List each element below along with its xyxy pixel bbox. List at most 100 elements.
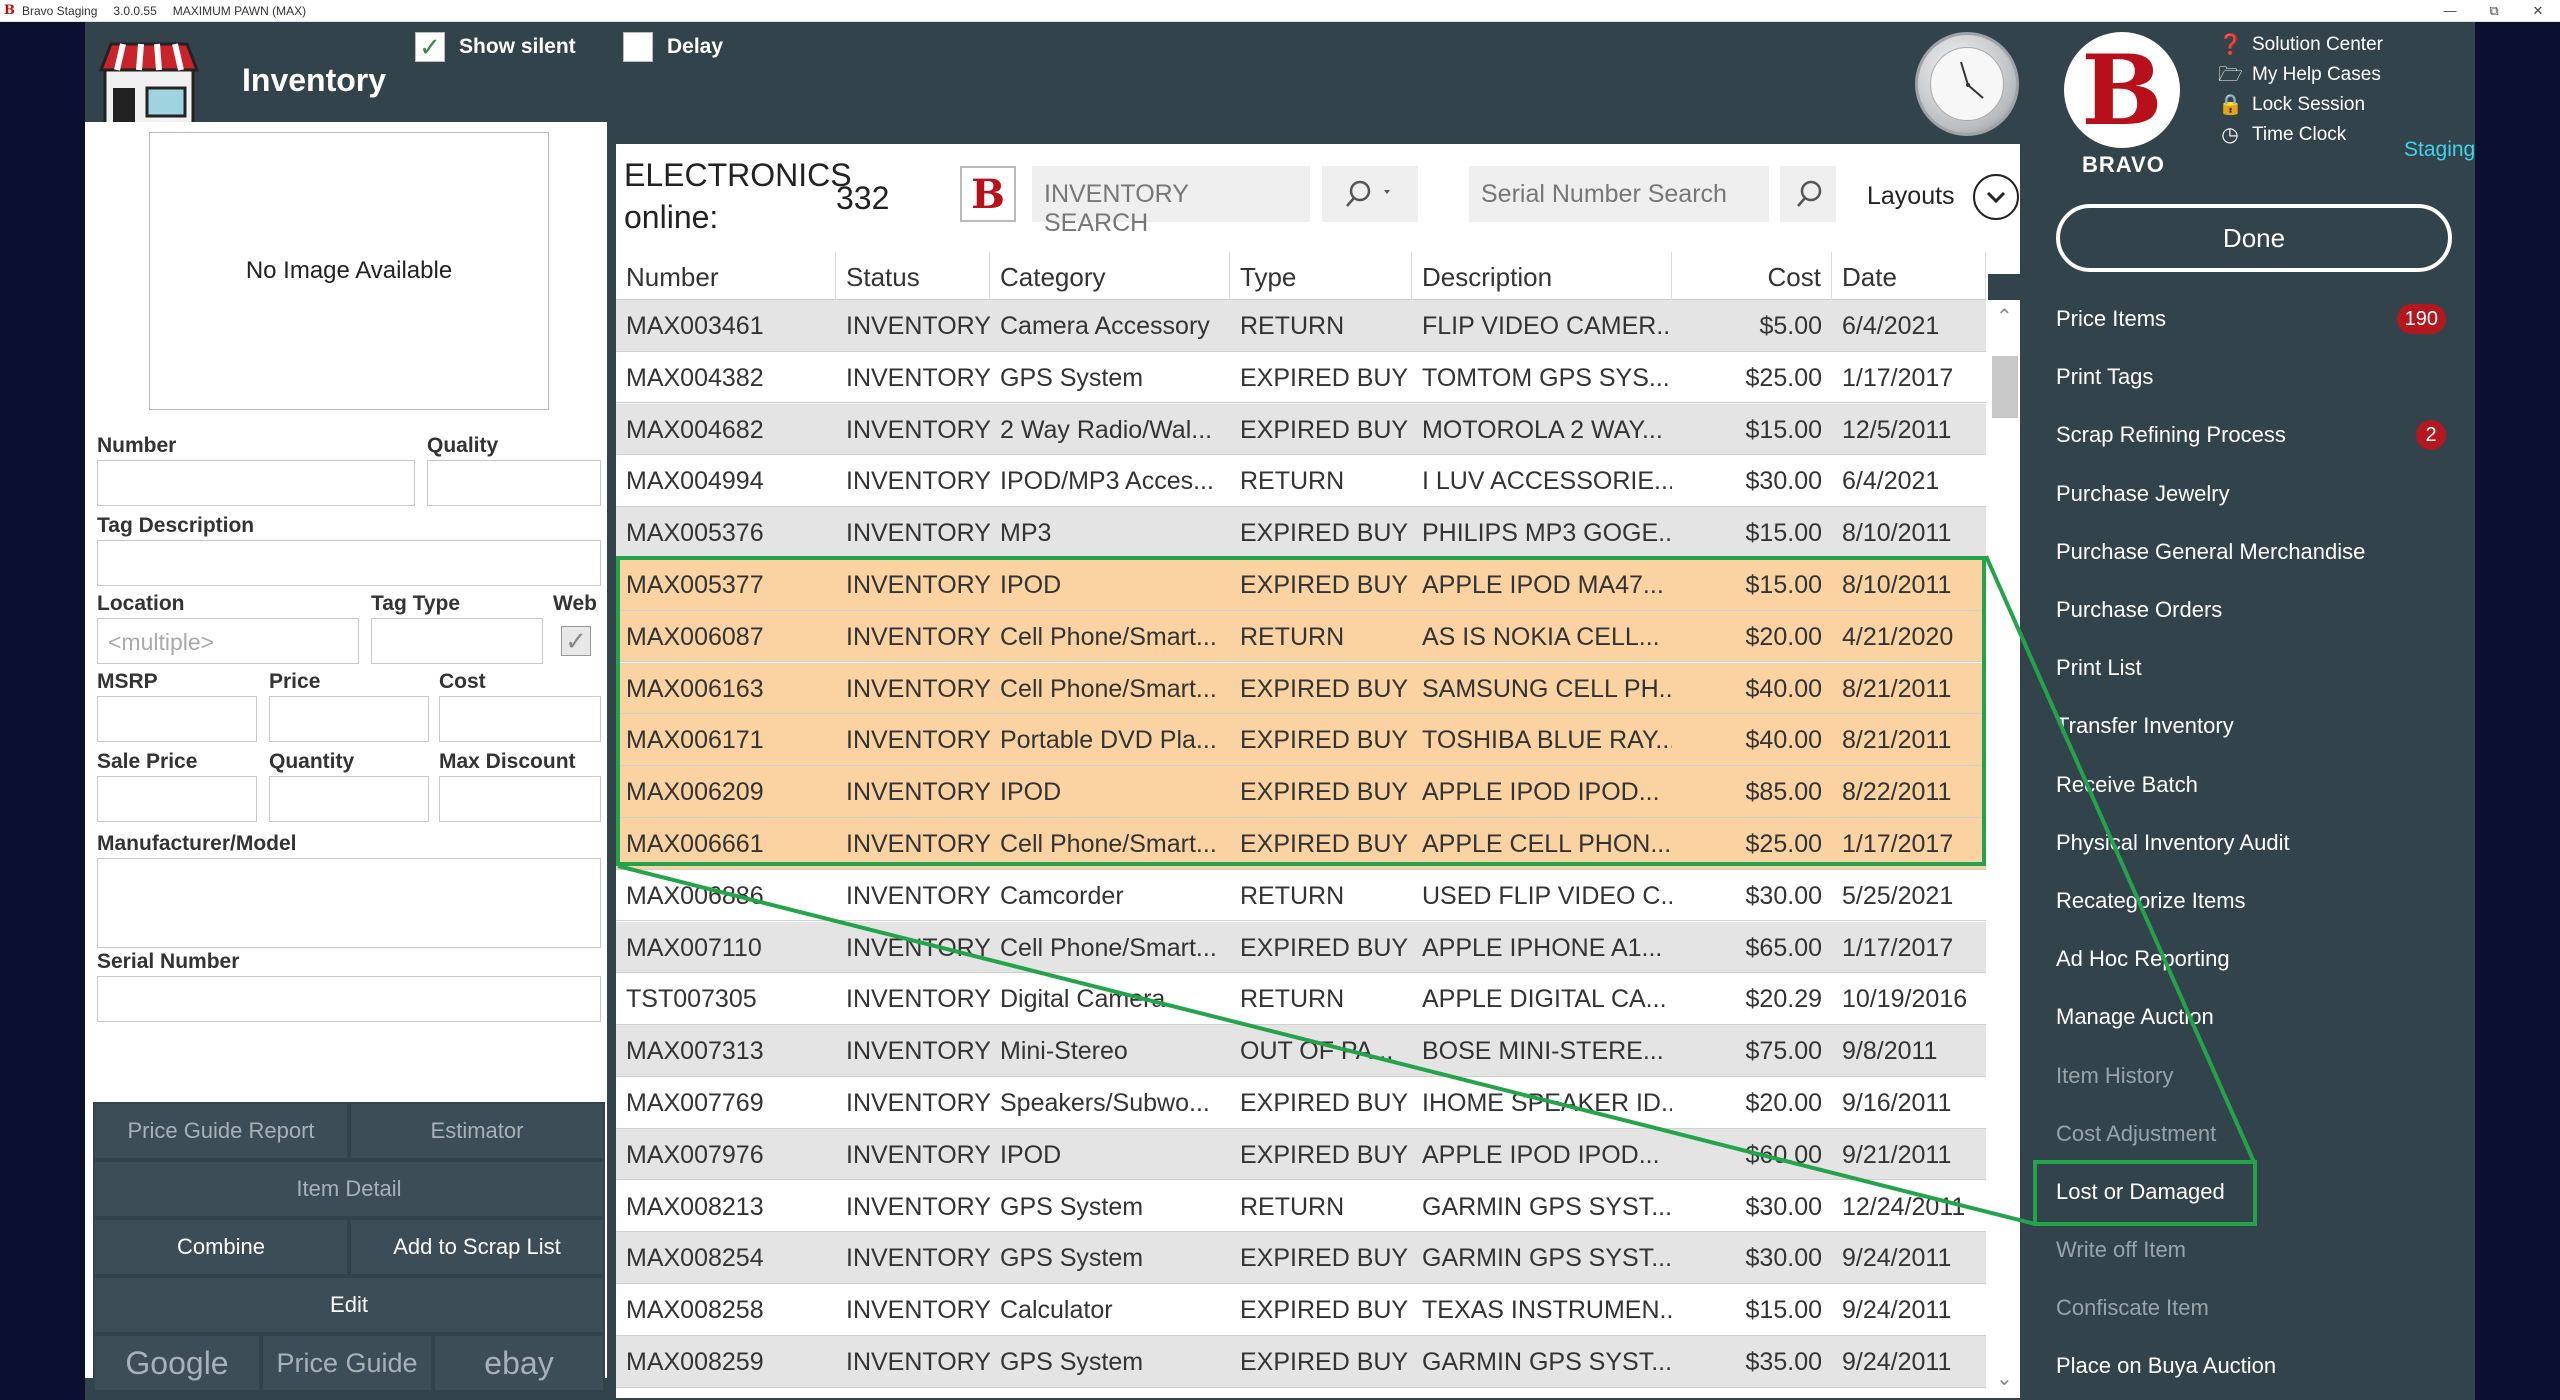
menu-item-manage-auction[interactable]: Manage Auction <box>2056 988 2466 1046</box>
table-row[interactable]: MAX006209 INVENTORY IPOD EXPIRED BUY APPLE I… <box>616 766 1986 818</box>
close-icon[interactable]: ✕ <box>2516 0 2560 22</box>
menu-item-item-history[interactable]: Item History <box>2056 1046 2466 1104</box>
tag-description-field[interactable] <box>97 540 601 586</box>
delay-checkbox[interactable]: Delay <box>623 32 723 62</box>
table-row[interactable]: MAX007313 INVENTORY Mini-Stereo OUT OF PA..… <box>616 1025 1986 1077</box>
item-detail-button[interactable]: Item Detail <box>95 1162 603 1216</box>
cell-cost: $30.00 <box>1745 467 1822 496</box>
bravo-search-icon[interactable]: B <box>960 166 1016 222</box>
table-row[interactable]: MAX006087 INVENTORY Cell Phone/Smart... RET… <box>616 610 1986 663</box>
column-header-cost[interactable]: Cost <box>1672 252 1832 300</box>
location-field[interactable]: <multiple> <box>97 618 359 664</box>
cost-field[interactable] <box>439 696 601 742</box>
menu-item-scrap-refining-process[interactable]: Scrap Refining Process 2 <box>2056 406 2466 464</box>
combine-button[interactable]: Combine <box>95 1220 347 1274</box>
table-row[interactable]: MAX004994 INVENTORY IPOD/MP3 Acces... RETUR… <box>616 455 1986 507</box>
ebay-button[interactable]: ebay <box>435 1336 603 1390</box>
quantity-field[interactable] <box>269 776 429 822</box>
google-button[interactable]: Google <box>95 1336 259 1390</box>
menu-item-physical-inventory-audit[interactable]: Physical Inventory Audit <box>2056 814 2466 872</box>
number-field[interactable] <box>97 460 415 506</box>
menu-item-print-tags[interactable]: Print Tags <box>2056 348 2466 406</box>
serial-number-search-input[interactable]: Serial Number Search <box>1469 166 1769 222</box>
cell-description: USED FLIP VIDEO C... <box>1422 881 1672 910</box>
menu-item-recategorize-items[interactable]: Recategorize Items <box>2056 872 2466 930</box>
price-field[interactable] <box>269 696 429 742</box>
menu-item-place-on-buya-auction[interactable]: Place on Buya Auction <box>2056 1337 2466 1395</box>
column-header-number[interactable]: Number <box>616 252 836 300</box>
serial-number-field[interactable] <box>97 976 601 1022</box>
cell-date: 9/24/2011 <box>1842 1244 1952 1273</box>
msrp-field[interactable] <box>97 696 257 742</box>
menu-item-price-items[interactable]: Price Items 190 <box>2056 290 2466 348</box>
table-row[interactable]: MAX008254 INVENTORY GPS System EXPIRED BUY G… <box>616 1232 1986 1284</box>
column-header-type[interactable]: Type <box>1230 252 1412 300</box>
table-row[interactable]: MAX006163 INVENTORY Cell Phone/Smart... EXP… <box>616 662 1986 715</box>
menu-item-purchase-general-merchandise[interactable]: Purchase General Merchandise <box>2056 523 2466 581</box>
table-row[interactable]: MAX004682 INVENTORY 2 Way Radio/Wal... EXPI… <box>616 403 1986 456</box>
menu-item-purchase-jewelry[interactable]: Purchase Jewelry <box>2056 465 2466 523</box>
menu-item-lost-or-damaged[interactable]: Lost or Damaged <box>2056 1163 2466 1221</box>
my-help-cases-link[interactable]: 🗁 My Help Cases <box>2218 60 2383 90</box>
inventory-search-input[interactable]: INVENTORY SEARCH <box>1032 166 1310 237</box>
menu-item-ad-hoc-reporting[interactable]: Ad Hoc Reporting <box>2056 930 2466 988</box>
time-clock-link[interactable]: ◷ Time Clock <box>2218 120 2383 150</box>
cell-category: Cell Phone/Smart... <box>1000 674 1217 703</box>
restore-icon[interactable]: ⧉ <box>2472 0 2516 22</box>
table-row[interactable]: MAX004382 INVENTORY GPS System EXPIRED BUY T… <box>616 351 1986 404</box>
cost-label: Cost <box>439 670 486 693</box>
price-guide-report-button[interactable]: Price Guide Report <box>95 1104 347 1158</box>
table-row[interactable]: MAX006661 INVENTORY Cell Phone/Smart... EXP… <box>616 818 1986 870</box>
tag-type-field[interactable] <box>371 618 543 664</box>
table-row[interactable]: MAX007110 INVENTORY Cell Phone/Smart... EXP… <box>616 921 1986 974</box>
inventory-search-button[interactable] <box>1322 166 1418 222</box>
table-row[interactable]: MAX007769 INVENTORY Speakers/Subwo... EXPIR… <box>616 1077 1986 1129</box>
table-row[interactable]: MAX006886 INVENTORY Camcorder RETURN USED FL… <box>616 869 1986 922</box>
cell-date: 8/21/2011 <box>1842 726 1952 755</box>
sale-price-field[interactable] <box>97 776 257 822</box>
table-row[interactable]: MAX005377 INVENTORY IPOD EXPIRED BUY APPLE I… <box>616 559 1986 611</box>
show-silent-checkbox[interactable]: ✓ Show silent <box>415 32 576 62</box>
menu-item-confiscate-item[interactable]: Confiscate Item <box>2056 1279 2466 1337</box>
time-clock-label: Time Clock <box>2252 124 2347 145</box>
table-row[interactable]: MAX007976 INVENTORY IPOD EXPIRED BUY APPLE I… <box>616 1128 1986 1181</box>
lock-session-link[interactable]: 🔒 Lock Session <box>2218 90 2383 120</box>
minimize-icon[interactable]: — <box>2428 0 2472 22</box>
table-row[interactable]: MAX005376 INVENTORY MP3 EXPIRED BUY PHILIPS … <box>616 507 1986 559</box>
column-header-description[interactable]: Description <box>1412 252 1672 300</box>
price-guide-button[interactable]: Price Guide <box>263 1336 431 1390</box>
solution-center-link[interactable]: ❓ Solution Center <box>2218 30 2383 60</box>
menu-item-purchase-orders[interactable]: Purchase Orders <box>2056 581 2466 639</box>
column-header-category[interactable]: Category <box>990 252 1230 300</box>
table-row[interactable]: MAX006171 INVENTORY Portable DVD Pla... EXP… <box>616 714 1986 766</box>
table-row[interactable]: MAX008259 INVENTORY GPS System EXPIRED BUY G… <box>616 1336 1986 1388</box>
cell-date: 9/8/2011 <box>1842 1037 1938 1066</box>
item-actions-panel: Price Guide Report Estimator Item Detail… <box>93 1102 605 1392</box>
max-discount-field[interactable] <box>439 776 601 822</box>
table-row[interactable]: MAX003461 INVENTORY Camera Accessory RETURN… <box>616 300 1986 352</box>
cell-type: EXPIRED BUY <box>1240 674 1409 703</box>
done-button[interactable]: Done <box>2056 204 2452 272</box>
column-header-status[interactable]: Status <box>836 252 990 300</box>
manufacturer-model-field[interactable] <box>97 858 601 948</box>
add-to-scrap-list-button[interactable]: Add to Scrap List <box>351 1220 603 1274</box>
estimator-button[interactable]: Estimator <box>351 1104 603 1158</box>
layouts-dropdown-button[interactable] <box>1973 174 2019 220</box>
table-row[interactable]: MAX008213 INVENTORY GPS System RETURN GARMIN… <box>616 1180 1986 1233</box>
scroll-up-icon[interactable]: ⌃ <box>1996 304 2013 329</box>
menu-item-cost-adjustment[interactable]: Cost Adjustment <box>2056 1105 2466 1163</box>
grid-scrollbar[interactable]: ⌃ ⌄ <box>1988 300 2022 1398</box>
scroll-down-icon[interactable]: ⌄ <box>1996 1366 2013 1391</box>
table-row[interactable]: TST007305 INVENTORY Digital Camera RETURN AP… <box>616 973 1986 1025</box>
menu-item-transfer-inventory[interactable]: Transfer Inventory <box>2056 697 2466 755</box>
menu-item-print-list[interactable]: Print List <box>2056 639 2466 697</box>
web-checkbox[interactable]: ✓ <box>561 626 591 656</box>
table-row[interactable]: MAX008258 INVENTORY Calculator EXPIRED BUY T… <box>616 1284 1986 1336</box>
menu-item-receive-batch[interactable]: Receive Batch <box>2056 756 2466 814</box>
quality-field[interactable] <box>427 460 601 506</box>
scroll-thumb[interactable] <box>1992 356 2018 418</box>
column-header-date[interactable]: Date <box>1832 252 1986 300</box>
menu-item-write-off-item[interactable]: Write off Item <box>2056 1221 2466 1279</box>
serial-search-button[interactable] <box>1780 166 1836 222</box>
edit-button[interactable]: Edit <box>95 1278 603 1332</box>
